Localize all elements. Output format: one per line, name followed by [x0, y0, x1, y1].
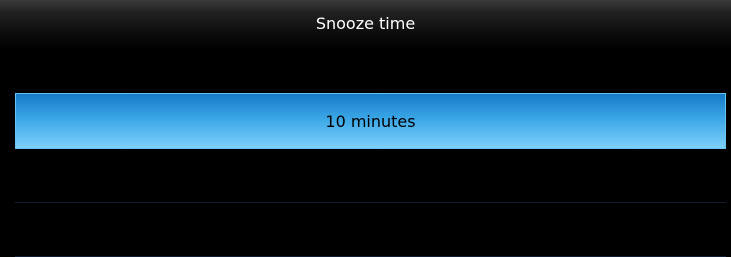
snooze-time-dialog: Snooze time 10 minutes: [0, 0, 731, 257]
dialog-title: Snooze time: [315, 14, 416, 33]
snooze-option-10-minutes[interactable]: 10 minutes: [15, 93, 726, 149]
snooze-options-list: 10 minutes: [15, 93, 726, 257]
empty-list-row: [15, 149, 726, 203]
empty-list-row: [15, 203, 726, 257]
title-bar: Snooze time: [0, 0, 731, 50]
snooze-option-label: 10 minutes: [325, 111, 416, 131]
